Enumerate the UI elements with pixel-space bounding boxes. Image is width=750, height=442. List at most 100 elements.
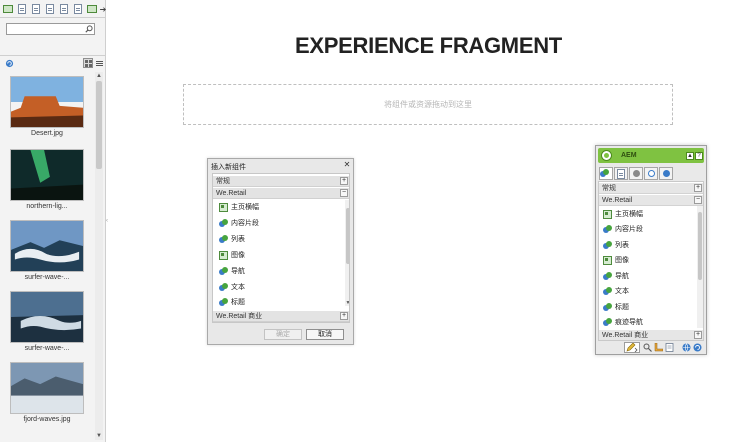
expand-icon[interactable]: +	[340, 312, 348, 320]
component-tree: 常规 + We.Retail − 主页横幅 内容片段 列表 图像 导航 文本 标…	[212, 173, 350, 323]
component-item[interactable]: 图像	[603, 253, 629, 267]
ok-button[interactable]: 确定	[264, 329, 302, 340]
info-icon	[632, 170, 640, 177]
search-icon[interactable]	[85, 25, 93, 33]
component-label: 主页横幅	[615, 211, 643, 218]
component-icon	[219, 297, 228, 307]
edit-mode-button[interactable]	[624, 342, 640, 353]
page-tab[interactable]	[614, 167, 628, 180]
scroll-down-icon[interactable]: ▼	[345, 300, 349, 306]
refresh-icon[interactable]	[5, 59, 14, 68]
product-icon	[74, 4, 82, 14]
page-icon	[46, 4, 54, 14]
expand-icon[interactable]: +	[694, 184, 702, 192]
group-header[interactable]: 常规 +	[213, 176, 349, 187]
tabs-scroll-right-icon[interactable]: ➔	[99, 3, 107, 16]
scaffolding-mode-button[interactable]	[664, 342, 674, 353]
component-label: 图像	[615, 257, 629, 264]
component-item[interactable]: 痕迹导航	[603, 315, 643, 329]
scrollbar-thumb[interactable]	[346, 208, 349, 264]
scroll-up-icon[interactable]: ▲	[95, 72, 103, 80]
asset-scrollbar[interactable]: ▲ ▼	[95, 72, 103, 440]
list-view-button[interactable]	[95, 58, 104, 68]
group-label: We.Retail 商业	[216, 313, 263, 320]
manuscript-icon	[32, 4, 40, 14]
component-item[interactable]: 标题	[603, 300, 629, 314]
group-label: 常规	[602, 185, 616, 192]
collapse-icon[interactable]: −	[340, 189, 348, 197]
asset-item[interactable]: northern-lig...	[10, 149, 84, 210]
design-mode-button[interactable]	[653, 342, 663, 353]
image-component-icon	[603, 255, 612, 265]
website-admin-button[interactable]	[681, 342, 691, 353]
group-header[interactable]: We.Retail 商业 +	[599, 330, 703, 340]
scroll-down-icon[interactable]: ▼	[95, 432, 103, 440]
asset-list: Desert.jpg northern-lig... surfer-wave-.…	[0, 72, 94, 442]
asset-item[interactable]: Desert.jpg	[10, 76, 84, 137]
drop-zone-hint: 将组件或资源拖动到这里	[384, 100, 472, 109]
manuscripts-tab[interactable]	[29, 3, 43, 16]
grid-view-button[interactable]	[83, 58, 93, 68]
movies-tab[interactable]	[85, 3, 99, 16]
information-tab[interactable]	[629, 167, 643, 180]
component-label: 内容片段	[231, 220, 259, 227]
component-item[interactable]: 文本	[603, 284, 629, 298]
component-item[interactable]: 图像	[219, 248, 245, 262]
collapse-icon[interactable]: ▲	[686, 152, 694, 160]
collapse-icon[interactable]: −	[694, 196, 702, 204]
paragraphs-tab[interactable]	[57, 3, 71, 16]
asset-item[interactable]: fjord-waves.jpg	[10, 362, 84, 423]
group-header[interactable]: We.Retail 商业 +	[213, 311, 349, 322]
asset-item[interactable]: surfer-wave-...	[10, 291, 84, 352]
component-item[interactable]: 主页横幅	[603, 207, 643, 221]
group-header[interactable]: We.Retail −	[599, 195, 703, 206]
component-item[interactable]: 文本	[219, 280, 245, 294]
expand-icon[interactable]: +	[340, 177, 348, 185]
search-input[interactable]	[7, 24, 85, 35]
versioning-tab[interactable]	[644, 167, 658, 180]
divider	[0, 17, 106, 18]
images-tab[interactable]	[1, 3, 15, 16]
close-icon[interactable]: ✕	[343, 161, 351, 169]
component-item[interactable]: 内容片段	[603, 222, 643, 236]
preview-mode-button[interactable]	[642, 342, 652, 353]
asset-item[interactable]: surfer-wave-...	[10, 220, 84, 281]
component-item[interactable]: 导航	[219, 264, 245, 278]
scrollbar-thumb[interactable]	[698, 212, 702, 280]
northern-lights-thumbnail	[10, 149, 84, 201]
panel-splitter-handle[interactable]: ‹	[106, 214, 109, 228]
document-icon	[18, 4, 26, 14]
pages-tab[interactable]	[43, 3, 57, 16]
page-icon	[617, 168, 625, 179]
component-label: 主页横幅	[231, 204, 259, 211]
component-item[interactable]: 主页横幅	[219, 200, 259, 214]
component-item[interactable]: 内容片段	[219, 216, 259, 230]
workflow-tab[interactable]	[659, 167, 673, 180]
scrollbar-thumb[interactable]	[96, 81, 102, 169]
expand-icon[interactable]: +	[694, 331, 702, 339]
components-tab[interactable]	[599, 167, 613, 180]
component-item[interactable]: 标题	[219, 295, 245, 309]
component-label: 导航	[231, 268, 245, 275]
help-icon[interactable]: ?	[695, 152, 703, 160]
component-item[interactable]: 列表	[603, 238, 629, 252]
surfer-wave-thumbnail	[10, 291, 84, 343]
sidekick-header[interactable]: AEM ▲ ?	[598, 148, 704, 163]
group-label: We.Retail	[602, 197, 633, 204]
sidekick-scrollbar[interactable]	[697, 206, 703, 328]
dialog-scrollbar[interactable]: ▼	[345, 200, 349, 306]
component-item[interactable]: 导航	[603, 269, 629, 283]
asset-name: northern-lig...	[26, 203, 68, 210]
reload-button[interactable]	[692, 342, 702, 353]
fjord-waves-thumbnail	[10, 362, 84, 414]
grid-cell	[89, 60, 92, 63]
group-header[interactable]: We.Retail −	[213, 188, 349, 199]
asset-name: surfer-wave-...	[24, 274, 70, 281]
cancel-button[interactable]: 取消	[306, 329, 344, 340]
group-header[interactable]: 常规 +	[599, 183, 703, 194]
component-item[interactable]: 列表	[219, 232, 245, 246]
products-tab[interactable]	[71, 3, 85, 16]
drop-zone[interactable]: 将组件或资源拖动到这里	[183, 84, 673, 125]
documents-tab[interactable]	[15, 3, 29, 16]
grid-cell	[85, 64, 88, 67]
